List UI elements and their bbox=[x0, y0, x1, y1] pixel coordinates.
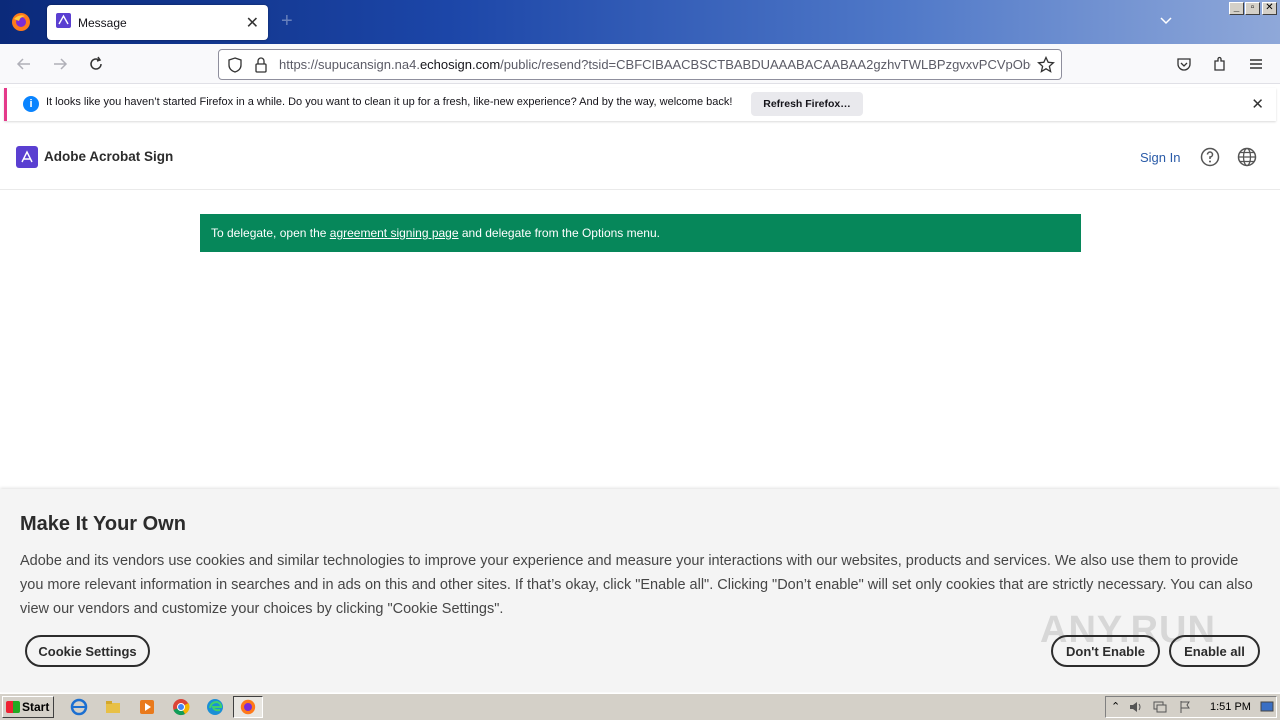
delegate-info-banner: To delegate, open the agreement signing … bbox=[200, 214, 1081, 252]
back-icon[interactable] bbox=[14, 54, 34, 74]
url-path: /public/resend?tsid=CBFCIBAACBSCTBABDUAA… bbox=[500, 57, 1031, 72]
url-bar[interactable]: https://supucansign.na4.echosign.com/pub… bbox=[218, 49, 1062, 80]
bookmark-star-icon[interactable] bbox=[1037, 55, 1055, 79]
url-text[interactable]: https://supucansign.na4.echosign.com/pub… bbox=[279, 57, 1031, 72]
banner-prefix: To delegate, open the bbox=[211, 226, 330, 240]
file-explorer-icon[interactable] bbox=[104, 698, 122, 716]
tracking-shield-icon[interactable] bbox=[227, 57, 243, 78]
edge-icon[interactable] bbox=[206, 698, 224, 716]
taskbar-clock[interactable]: 1:51 PM bbox=[1210, 701, 1251, 713]
list-tabs-chevron-icon[interactable] bbox=[1158, 12, 1174, 33]
window-close-icon[interactable]: ✕ bbox=[1262, 2, 1277, 15]
firefox-icon[interactable] bbox=[0, 0, 42, 44]
app-menu-icon[interactable] bbox=[1246, 54, 1266, 74]
tab-close-icon[interactable]: ✕ bbox=[246, 13, 259, 33]
help-icon[interactable] bbox=[1200, 147, 1220, 172]
browser-tab[interactable]: Message ✕ bbox=[47, 5, 268, 40]
sign-in-link[interactable]: Sign In bbox=[1140, 150, 1180, 165]
volume-icon[interactable] bbox=[1128, 700, 1144, 719]
start-button[interactable]: Start bbox=[2, 696, 54, 718]
brand-name[interactable]: Adobe Acrobat Sign bbox=[44, 149, 173, 164]
lock-icon[interactable] bbox=[254, 57, 268, 78]
cookie-settings-button[interactable]: Cookie Settings bbox=[25, 635, 150, 667]
taskbar-firefox-button[interactable] bbox=[233, 696, 263, 718]
cookie-title: Make It Your Own bbox=[20, 513, 186, 535]
firefox-taskbar-icon bbox=[240, 699, 256, 720]
refresh-firefox-button[interactable]: Refresh Firefox… bbox=[751, 92, 863, 116]
reload-icon[interactable] bbox=[86, 54, 106, 74]
dont-enable-button[interactable]: Don't Enable bbox=[1051, 635, 1160, 667]
site-header: Adobe Acrobat Sign Sign In bbox=[0, 124, 1280, 190]
start-label: Start bbox=[22, 700, 50, 714]
show-desktop-icon[interactable] bbox=[1260, 700, 1274, 719]
acrobat-logo-icon[interactable] bbox=[16, 146, 38, 168]
new-tab-icon[interactable]: + bbox=[281, 10, 293, 33]
firefox-notification-bar: i It looks like you haven’t started Fire… bbox=[4, 88, 1276, 121]
restore-icon[interactable]: ▫ bbox=[1245, 2, 1260, 15]
navigation-toolbar: https://supucansign.na4.echosign.com/pub… bbox=[0, 44, 1280, 84]
minimize-icon[interactable]: _ bbox=[1229, 2, 1244, 15]
system-tray: ⌃ 1:51 PM bbox=[1105, 696, 1277, 718]
url-prefix: https://supucansign.na4. bbox=[279, 57, 420, 72]
notification-close-icon[interactable]: ✕ bbox=[1251, 95, 1264, 113]
extensions-icon[interactable] bbox=[1210, 54, 1230, 74]
windows-logo-icon bbox=[6, 701, 20, 713]
media-player-icon[interactable] bbox=[138, 698, 156, 716]
notification-text: It looks like you haven’t started Firefo… bbox=[46, 96, 733, 108]
agreement-signing-page-link[interactable]: agreement signing page bbox=[330, 226, 459, 240]
browser-tab-bar: Message ✕ + _ ▫ ✕ bbox=[0, 0, 1280, 44]
forward-icon[interactable] bbox=[50, 54, 70, 74]
banner-suffix: and delegate from the Options menu. bbox=[458, 226, 660, 240]
info-icon: i bbox=[23, 96, 39, 112]
windows-taskbar: Start ⌃ 1:51 PM bbox=[0, 693, 1280, 720]
cookie-consent-panel: Make It Your Own Adobe and its vendors u… bbox=[0, 489, 1280, 692]
internet-explorer-icon[interactable] bbox=[70, 698, 88, 716]
acrobat-tab-icon bbox=[56, 12, 71, 33]
language-globe-icon[interactable] bbox=[1237, 147, 1257, 172]
tray-expand-icon[interactable]: ⌃ bbox=[1111, 700, 1120, 713]
chrome-icon[interactable] bbox=[172, 698, 190, 716]
network-icon[interactable] bbox=[1152, 700, 1168, 719]
enable-all-button[interactable]: Enable all bbox=[1169, 635, 1260, 667]
url-domain: echosign.com bbox=[419, 57, 501, 72]
pocket-icon[interactable] bbox=[1174, 54, 1194, 74]
tab-title: Message bbox=[78, 15, 127, 30]
action-center-flag-icon[interactable] bbox=[1178, 700, 1192, 719]
